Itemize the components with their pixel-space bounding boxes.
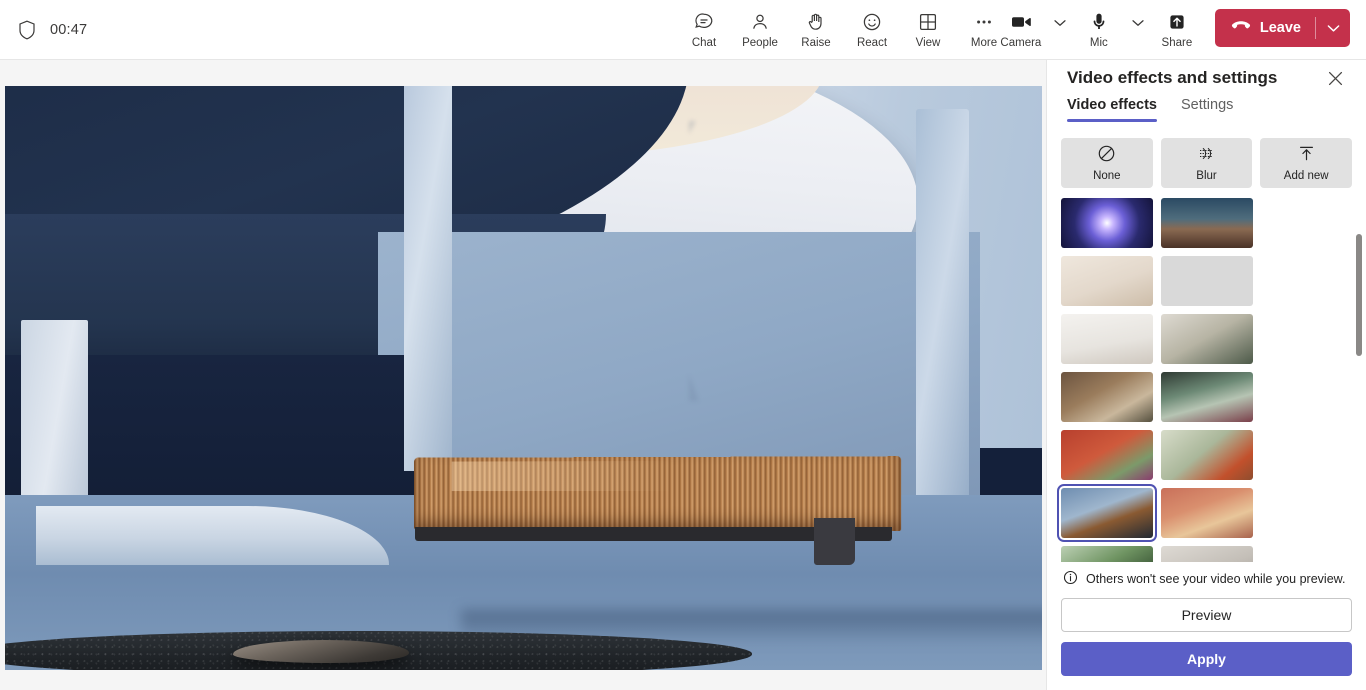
shield-icon (18, 20, 36, 40)
quick-effects-row: None Blur Add new (1061, 138, 1353, 189)
camera-icon (1009, 10, 1033, 34)
upload-arrow-icon (1297, 144, 1316, 168)
no-effect-circle-slash-icon (1097, 144, 1116, 168)
camera-button[interactable]: Camera (993, 5, 1049, 55)
chat-button[interactable]: Chat (676, 5, 732, 55)
view-grid-icon (917, 10, 939, 34)
background-thumb-blue-curved-terrace[interactable] (1057, 484, 1157, 543)
tab-settings[interactable]: Settings (1181, 97, 1233, 122)
blur-icon (1197, 144, 1216, 168)
add-new-background-button[interactable]: Add new (1260, 138, 1353, 189)
toolbar-center-group: Chat People Raise React View More (676, 5, 1012, 55)
raise-hand-button[interactable]: Raise (788, 5, 844, 55)
toolbar-left-group: 00:47 (0, 20, 87, 40)
effects-scrollbar[interactable] (1356, 134, 1362, 498)
background-thumb-red-terracotta-room[interactable] (1061, 430, 1153, 481)
people-icon (749, 10, 771, 34)
mic-options-caret[interactable] (1127, 5, 1149, 55)
toolbar-right-group: Camera Mic Share Leave (993, 5, 1350, 55)
meeting-timer: 00:47 (50, 21, 88, 38)
hangup-icon (1231, 19, 1251, 38)
apply-button[interactable]: Apply (1061, 641, 1352, 676)
background-thumb-wood-dining-room[interactable] (1061, 372, 1153, 423)
raise-hand-icon (805, 10, 827, 34)
scene-bench-leg (813, 518, 856, 565)
view-label: View (915, 37, 941, 49)
chat-icon (693, 10, 715, 34)
tab-video-effects[interactable]: Video effects (1067, 97, 1157, 122)
leave-control-group: Leave (1214, 9, 1350, 47)
effect-none-button[interactable]: None (1061, 138, 1153, 189)
scene-rock (233, 640, 410, 663)
effect-blur-label: Blur (1196, 170, 1217, 183)
effect-none-label: None (1093, 170, 1121, 183)
react-button[interactable]: React (844, 5, 900, 55)
panel-header: Video effects and settings (1047, 60, 1366, 97)
panel-footer: Others won't see your video while you pr… (1047, 561, 1366, 690)
leave-options-caret[interactable] (1316, 9, 1350, 47)
effect-blur-button[interactable]: Blur (1160, 138, 1253, 189)
panel-tabs: Video effects Settings (1047, 97, 1366, 127)
mic-button[interactable]: Mic (1071, 5, 1127, 55)
background-thumb-desert-arch-dunes[interactable] (1161, 488, 1253, 539)
self-video-preview[interactable] (5, 86, 1042, 670)
share-button[interactable]: Share (1149, 5, 1205, 55)
add-new-label: Add new (1283, 170, 1329, 183)
effects-scrollbar-thumb[interactable] (1356, 234, 1362, 357)
react-label: React (856, 37, 888, 49)
chat-label: Chat (691, 37, 717, 49)
scene-column-center (404, 86, 452, 472)
background-thumb-green-arch-corridor[interactable] (1161, 430, 1253, 481)
background-thumb-minimal-beige-interior[interactable] (1061, 256, 1153, 307)
video-effects-panel: Video effects and settings Video effects… (1046, 60, 1366, 690)
background-thumb-grey-arch-shadow[interactable] (1161, 546, 1253, 562)
view-button[interactable]: View (900, 5, 956, 55)
camera-options-caret[interactable] (1049, 5, 1071, 55)
camera-label: Camera (1000, 37, 1042, 49)
people-label: People (742, 37, 778, 49)
meeting-stage (0, 60, 1046, 690)
background-thumb-green-living-room[interactable] (1161, 314, 1253, 365)
react-smiley-icon (861, 10, 883, 34)
more-ellipsis-icon (973, 10, 995, 34)
scene-leaf-shadows (689, 121, 1001, 402)
effects-scroll-area[interactable]: None Blur Add new (1047, 126, 1366, 562)
preview-note: Others won't see your video while you pr… (1061, 562, 1352, 598)
preview-button[interactable]: Preview (1061, 597, 1352, 632)
background-thumb-desert-rover-dusk[interactable] (1161, 198, 1253, 249)
background-thumbnail-grid (1057, 198, 1352, 562)
leave-label: Leave (1259, 20, 1301, 36)
mic-label: Mic (1089, 37, 1108, 49)
background-thumb-glass-house-patio[interactable] (1161, 372, 1253, 423)
panel-title: Video effects and settings (1067, 68, 1278, 88)
background-thumb-modern-office-lounge[interactable] (1161, 256, 1253, 307)
mic-icon (1088, 10, 1110, 34)
background-thumb-white-gallery-arch[interactable] (1061, 314, 1153, 365)
info-icon (1063, 570, 1078, 588)
people-button[interactable]: People (732, 5, 788, 55)
raise-label: Raise (801, 37, 831, 49)
preview-note-text: Others won't see your video while you pr… (1086, 571, 1346, 586)
share-label: Share (1161, 37, 1193, 49)
background-thumb-green-tunnel-garden[interactable] (1061, 546, 1153, 562)
leave-button[interactable]: Leave (1215, 9, 1315, 47)
close-panel-button[interactable] (1320, 63, 1350, 93)
background-thumb-space-hyperdrive[interactable] (1061, 198, 1153, 249)
scene-bench-highlight (452, 461, 673, 491)
meeting-toolbar: 00:47 Chat People Raise React View More … (0, 0, 1366, 60)
share-up-arrow-icon (1166, 10, 1188, 34)
